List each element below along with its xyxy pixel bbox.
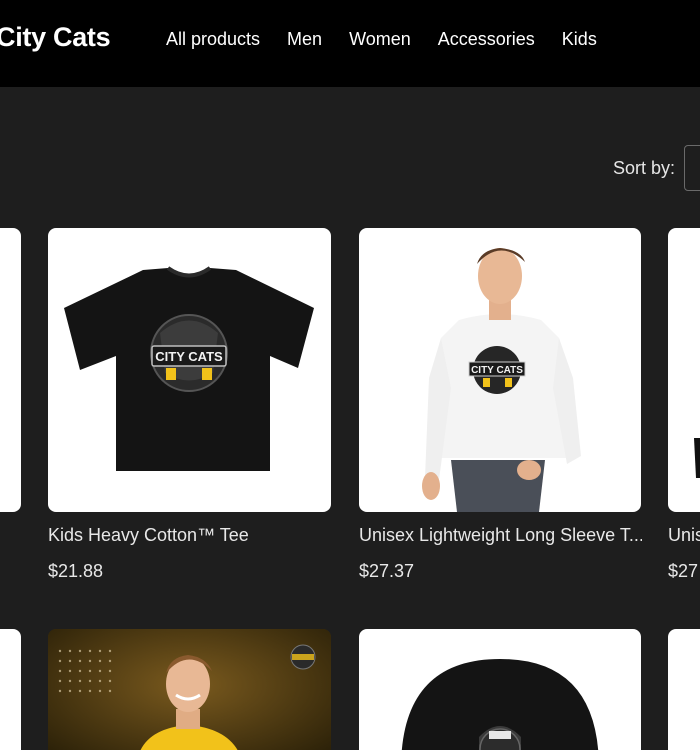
- nav-women[interactable]: Women: [349, 29, 411, 50]
- long-sleeve-logo-text: CITY CATS: [471, 365, 523, 376]
- beanie-illustration: [401, 659, 599, 750]
- product-image-yellow-tee-model[interactable]: [48, 629, 331, 750]
- main-nav: All products Men Women Accessories Kids: [166, 29, 597, 50]
- product-title-long-sleeve[interactable]: Unisex Lightweight Long Sleeve T...: [359, 525, 642, 546]
- product-image-beanie[interactable]: [359, 629, 641, 750]
- product-image-partial-left[interactable]: [0, 228, 21, 512]
- partial-right-illustration: [694, 438, 700, 478]
- site-header: City Cats All products Men Women Accesso…: [0, 0, 700, 87]
- nav-accessories[interactable]: Accessories: [438, 29, 535, 50]
- product-price-long-sleeve: $27.37: [359, 561, 415, 581]
- product-image-long-sleeve[interactable]: CITY CATS: [359, 228, 641, 512]
- nav-kids[interactable]: Kids: [562, 29, 597, 50]
- product-title-kids-tee[interactable]: Kids Heavy Cotton™ Tee: [48, 525, 331, 546]
- sort-select[interactable]: [684, 145, 700, 191]
- product-image-partial-right[interactable]: [668, 228, 700, 512]
- brand-logo-text[interactable]: City Cats: [0, 22, 111, 53]
- kids-tee-illustration: CITY CATS: [64, 266, 314, 471]
- product-title-partial-right[interactable]: Unis: [668, 525, 700, 546]
- yellow-tee-model-illustration: [48, 629, 331, 750]
- product-image-kids-tee[interactable]: CITY CATS: [48, 228, 331, 512]
- kids-tee-logo-text: CITY CATS: [155, 349, 223, 364]
- product-price-partial-right: $27: [668, 561, 699, 581]
- product-image-row2-partial-left[interactable]: [0, 629, 21, 750]
- long-sleeve-model-illustration: CITY CATS: [422, 248, 581, 512]
- storefront-page: City Cats All products Men Women Accesso…: [0, 0, 700, 750]
- sort-by-label: Sort by:: [613, 158, 676, 178]
- nav-men[interactable]: Men: [287, 29, 322, 50]
- nav-all-products[interactable]: All products: [166, 29, 260, 50]
- product-image-row2-partial-right[interactable]: [668, 629, 700, 750]
- product-price-kids-tee: $21.88: [48, 561, 104, 581]
